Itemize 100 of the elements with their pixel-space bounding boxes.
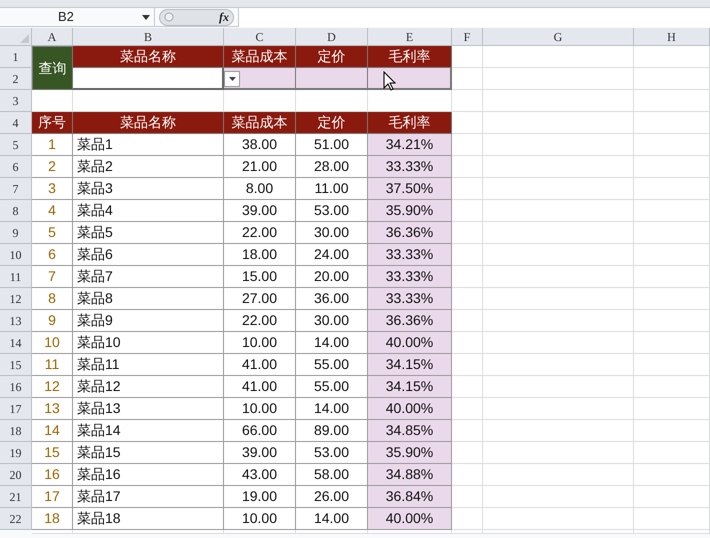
table-cell: 12 xyxy=(32,376,73,398)
table-cell: 菜品10 xyxy=(73,332,224,354)
row-header[interactable]: 16 xyxy=(0,376,32,398)
table-cell: 22.00 xyxy=(224,310,296,332)
row-header[interactable]: 18 xyxy=(0,420,32,442)
table-cell: 菜品6 xyxy=(73,244,224,266)
table-cell: 菜品3 xyxy=(73,178,224,200)
table-header: 菜品名称 xyxy=(73,112,224,134)
table-cell: 43.00 xyxy=(224,464,296,486)
table-cell: 11 xyxy=(32,354,73,376)
circle-handle-icon xyxy=(164,12,174,22)
table-cell: 13 xyxy=(32,398,73,420)
name-box[interactable]: B2 xyxy=(0,8,155,26)
table-cell: 55.00 xyxy=(296,354,368,376)
table-cell: 10 xyxy=(32,332,73,354)
table-cell: 10.00 xyxy=(224,398,296,420)
table-header: 菜品成本 xyxy=(224,46,296,68)
table-cell: 14.00 xyxy=(296,398,368,420)
table-cell: 34.15% xyxy=(368,376,452,398)
table-cell: 66.00 xyxy=(224,420,296,442)
table-cell: 14.00 xyxy=(296,508,368,530)
dropdown-arrow-icon xyxy=(228,77,236,81)
table-cell: 3 xyxy=(32,178,73,200)
row-header[interactable]: 12 xyxy=(0,288,32,310)
table-cell: 38.00 xyxy=(224,134,296,156)
column-header[interactable]: F xyxy=(452,28,483,46)
row-header[interactable]: 20 xyxy=(0,464,32,486)
row-header[interactable]: 13 xyxy=(0,310,32,332)
table-cell: 41.00 xyxy=(224,376,296,398)
table-cell: 1 xyxy=(32,134,73,156)
table-cell: 53.00 xyxy=(296,200,368,222)
formula-input[interactable] xyxy=(238,8,710,26)
row-header[interactable]: 2 xyxy=(0,68,32,90)
table-cell: 24.00 xyxy=(296,244,368,266)
dropdown-button[interactable] xyxy=(224,71,240,87)
table-cell: 11.00 xyxy=(296,178,368,200)
query-cell[interactable] xyxy=(296,68,368,90)
row-header[interactable]: 22 xyxy=(0,508,32,530)
table-cell: 菜品8 xyxy=(73,288,224,310)
table-cell: 8 xyxy=(32,288,73,310)
column-header[interactable]: E xyxy=(368,28,452,46)
table-cell: 39.00 xyxy=(224,200,296,222)
row-header[interactable]: 10 xyxy=(0,244,32,266)
function-button[interactable]: fx xyxy=(219,8,229,26)
row-header[interactable]: 3 xyxy=(0,90,32,112)
row-header[interactable]: 6 xyxy=(0,156,32,178)
table-cell: 27.00 xyxy=(224,288,296,310)
table-header: 序号 xyxy=(32,112,73,134)
column-header[interactable]: H xyxy=(634,28,710,46)
query-cell[interactable] xyxy=(224,68,296,90)
table-header: 毛利率 xyxy=(368,46,452,68)
table-cell: 10.00 xyxy=(224,332,296,354)
table-cell: 58.00 xyxy=(296,464,368,486)
table-cell: 18 xyxy=(32,508,73,530)
table-cell: 34.15% xyxy=(368,354,452,376)
row-header[interactable]: 9 xyxy=(0,222,32,244)
column-header[interactable]: C xyxy=(224,28,296,46)
row-header[interactable]: 8 xyxy=(0,200,32,222)
table-cell: 28.00 xyxy=(296,156,368,178)
row-header[interactable]: 11 xyxy=(0,266,32,288)
table-cell: 35.90% xyxy=(368,200,452,222)
table-cell: 菜品18 xyxy=(73,508,224,530)
column-header[interactable]: D xyxy=(296,28,368,46)
dropdown-arrow-icon xyxy=(142,14,150,20)
select-all-corner[interactable] xyxy=(0,28,32,46)
table-cell: 菜品9 xyxy=(73,310,224,332)
query-label: 查询 xyxy=(32,46,73,90)
table-cell: 菜品7 xyxy=(73,266,224,288)
row-header[interactable]: 14 xyxy=(0,332,32,354)
table-cell: 39.00 xyxy=(224,442,296,464)
table-cell: 菜品1 xyxy=(73,134,224,156)
row-header[interactable]: 7 xyxy=(0,178,32,200)
row-header[interactable]: 15 xyxy=(0,354,32,376)
table-cell: 14.00 xyxy=(296,332,368,354)
row-header[interactable]: 5 xyxy=(0,134,32,156)
table-header: 菜品成本 xyxy=(224,112,296,134)
table-cell: 36.00 xyxy=(296,288,368,310)
table-cell: 37.50% xyxy=(368,178,452,200)
input-field[interactable] xyxy=(73,68,224,90)
table-cell: 17 xyxy=(32,486,73,508)
table-header: 菜品名称 xyxy=(73,46,224,68)
table-cell: 36.36% xyxy=(368,222,452,244)
table-cell: 9 xyxy=(32,310,73,332)
column-header[interactable]: B xyxy=(73,28,224,46)
corner-triangle-icon xyxy=(20,34,29,43)
row-header[interactable]: 1 xyxy=(0,46,32,68)
table-cell: 7 xyxy=(32,266,73,288)
row-header[interactable]: 17 xyxy=(0,398,32,420)
column-header[interactable]: G xyxy=(483,28,634,46)
query-cell[interactable] xyxy=(368,68,452,90)
column-header[interactable]: A xyxy=(32,28,73,46)
table-cell: 2 xyxy=(32,156,73,178)
table-cell: 35.90% xyxy=(368,442,452,464)
row-header[interactable]: 21 xyxy=(0,486,32,508)
table-cell: 40.00% xyxy=(368,332,452,354)
row-header[interactable]: 19 xyxy=(0,442,32,464)
row-header[interactable]: 4 xyxy=(0,112,32,134)
table-cell: 菜品2 xyxy=(73,156,224,178)
table-cell: 34.21% xyxy=(368,134,452,156)
table-cell: 8.00 xyxy=(224,178,296,200)
